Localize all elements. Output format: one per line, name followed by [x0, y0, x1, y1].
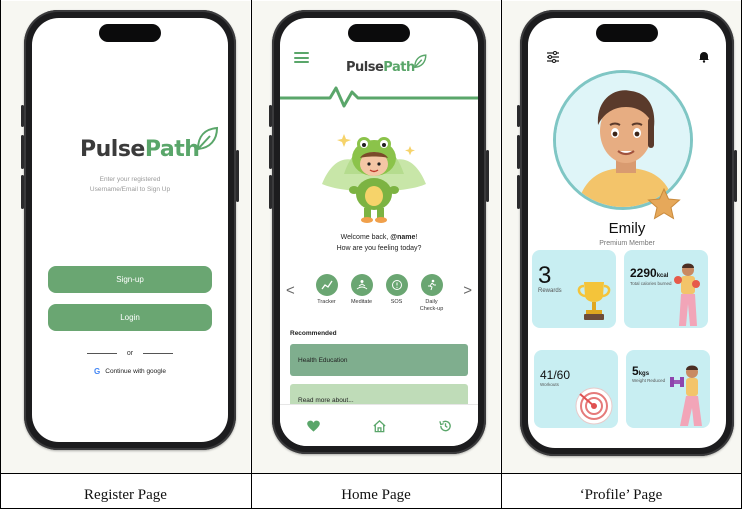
- google-signin[interactable]: G Continue with google: [32, 367, 228, 376]
- leaf-icon: [413, 54, 427, 69]
- google-icon: G: [94, 367, 101, 376]
- mascot-illustration: [322, 134, 426, 223]
- star-badge-icon: [647, 188, 681, 220]
- dynamic-island: [99, 24, 161, 42]
- or-divider: or: [32, 350, 228, 357]
- home-icon[interactable]: [372, 419, 387, 433]
- sos-icon: [385, 274, 408, 296]
- dynamic-island: [348, 24, 410, 42]
- profile-screen: Emily Premium Member 3 Rewards 2290kcal …: [528, 18, 726, 448]
- caption-register: Register Page: [84, 486, 167, 503]
- history-icon[interactable]: [438, 419, 453, 433]
- welcome-line-1: Welcome back, @name!: [340, 234, 418, 241]
- boxer-illustration: [674, 263, 700, 326]
- chart-icon: [315, 274, 338, 296]
- quick-action-checkup[interactable]: Daily Check-up: [420, 274, 444, 313]
- calories-card[interactable]: 2290kcal Total calories burned: [624, 250, 708, 328]
- signup-button[interactable]: Sign-up: [48, 266, 212, 293]
- table-border-left: [0, 0, 1, 509]
- table-border-col2: [501, 0, 502, 509]
- rewards-card[interactable]: 3 Rewards: [532, 250, 616, 328]
- profile-name: Emily: [608, 220, 646, 237]
- register-screen: Pulse Path Enter your registered Username…: [32, 18, 228, 442]
- welcome-line-2: How are you feeling today?: [336, 245, 422, 252]
- register-phone: Pulse Path Enter your registered Username…: [21, 10, 239, 450]
- home-screen: Pulse Path Welcome back, @name! How are …: [280, 18, 478, 446]
- dynamic-island: [596, 24, 658, 42]
- bell-icon[interactable]: [698, 50, 710, 63]
- recommended-title: Recommended: [290, 330, 337, 337]
- menu-icon[interactable]: [294, 52, 309, 63]
- quick-actions: Tracker Meditate SOS Daily Check-up: [280, 274, 478, 313]
- home-phone: Pulse Path Welcome back, @name! How are …: [269, 10, 489, 454]
- table-border-mid: [0, 473, 742, 474]
- caption-home: Home Page: [341, 486, 411, 503]
- register-subtitle-1: Enter your registered: [99, 176, 161, 183]
- login-button[interactable]: Login: [48, 304, 212, 331]
- register-subtitle-2: Username/Email to Sign Up: [89, 186, 171, 193]
- profile-phone: Emily Premium Member 3 Rewards 2290kcal …: [517, 10, 737, 456]
- trophy-icon: [577, 282, 611, 320]
- leaf-icon: [197, 126, 219, 151]
- workouts-card[interactable]: 41/60 Workouts: [534, 350, 618, 428]
- bottom-nav: [280, 404, 478, 446]
- weight-card[interactable]: 5kgs Weight Reduced: [626, 350, 710, 428]
- profile-subtitle: Premium Member: [599, 240, 655, 247]
- quick-action-meditate[interactable]: Meditate: [350, 274, 374, 313]
- heart-icon[interactable]: [306, 419, 321, 433]
- quick-action-tracker[interactable]: Tracker: [315, 274, 339, 313]
- caption-profile: ‘Profile’ Page: [579, 486, 663, 503]
- pulse-line: [280, 86, 478, 108]
- table-border-col1: [251, 0, 252, 509]
- app-logo: Pulse Path: [80, 126, 219, 162]
- meditate-icon: [350, 274, 373, 296]
- run-icon: [420, 274, 443, 296]
- quick-action-sos[interactable]: SOS: [385, 274, 409, 313]
- target-icon: [575, 387, 613, 425]
- dumbbell-woman-illustration: [670, 365, 702, 426]
- filter-settings-icon[interactable]: [546, 51, 560, 63]
- app-logo-small: Pulse Path: [346, 54, 427, 75]
- rec-card-health-education[interactable]: Health Education: [290, 344, 468, 376]
